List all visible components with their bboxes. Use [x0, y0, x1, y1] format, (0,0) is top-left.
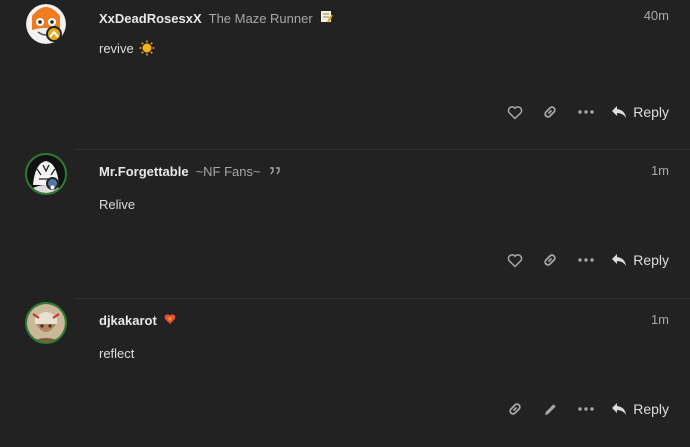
post: Mr.Forgettable ~NF Fans~ 1m Relive Reply: [0, 149, 690, 298]
username[interactable]: djkakarot: [99, 313, 157, 328]
link-icon[interactable]: [538, 97, 562, 127]
reply-label: Reply: [633, 252, 669, 268]
post-body: revive: [99, 40, 155, 59]
reply-button[interactable]: Reply: [611, 97, 669, 127]
more-icon[interactable]: [574, 97, 598, 127]
post-actions: Reply: [0, 97, 690, 127]
reply-label: Reply: [633, 401, 669, 417]
reply-icon: [612, 254, 627, 266]
like-icon[interactable]: [503, 97, 527, 127]
sun-emoji-icon: [139, 40, 155, 59]
post-divider: [74, 298, 690, 299]
more-icon[interactable]: [574, 245, 598, 275]
like-icon[interactable]: [503, 245, 527, 275]
post-meta: XxDeadRosesxX The Maze Runner: [99, 8, 333, 28]
post-meta: Mr.Forgettable ~NF Fans~: [99, 161, 281, 181]
post-body: reflect: [99, 346, 134, 361]
post-text: reflect: [99, 346, 135, 361]
post-date[interactable]: 1m: [651, 163, 669, 178]
post-actions: Reply: [0, 245, 690, 275]
user-flair-icon: [46, 26, 62, 42]
edit-icon[interactable]: [538, 394, 562, 424]
reply-button[interactable]: Reply: [611, 245, 669, 275]
post: XxDeadRosesxX The Maze Runner 40m revive…: [0, 0, 690, 149]
post-meta: djkakarot: [99, 310, 176, 330]
link-icon[interactable]: [503, 394, 527, 424]
post: djkakarot 1m reflect Reply: [0, 298, 690, 447]
user-title: ~NF Fans~: [195, 163, 261, 179]
quotes-icon: [269, 164, 281, 178]
post-text: Relive: [99, 197, 136, 212]
link-icon[interactable]: [538, 245, 562, 275]
post-date[interactable]: 1m: [651, 312, 669, 327]
username[interactable]: XxDeadRosesxX: [99, 11, 202, 26]
post-body: Relive: [99, 197, 135, 212]
post-actions: Reply: [0, 394, 690, 424]
post-divider: [74, 149, 690, 150]
post-date[interactable]: 40m: [644, 8, 669, 23]
reply-label: Reply: [633, 104, 669, 120]
avatar[interactable]: [25, 302, 67, 344]
username[interactable]: Mr.Forgettable: [99, 164, 189, 179]
reply-icon: [612, 106, 627, 118]
more-icon[interactable]: [574, 394, 598, 424]
memo-emoji-icon: [320, 10, 333, 26]
avatar[interactable]: [25, 153, 67, 195]
user-title: The Maze Runner: [208, 10, 313, 26]
heart-status-emoji-icon: [164, 313, 176, 328]
reply-icon: [612, 403, 627, 415]
post-text: revive: [99, 41, 134, 56]
reply-button[interactable]: Reply: [611, 394, 669, 424]
user-flair-icon: [46, 177, 59, 190]
